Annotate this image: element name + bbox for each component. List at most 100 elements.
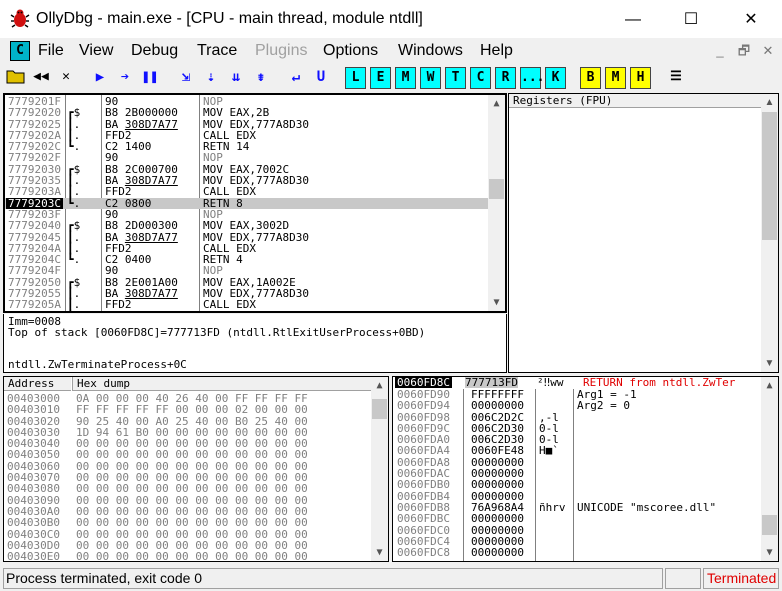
log-window-button[interactable]: L [345, 67, 366, 89]
disasm-row[interactable]: 7779202C ┗. C2 1400 RETN 14 [5, 140, 488, 154]
disasm-row[interactable]: 77792040 ┏$ B8 2D000300 MOV EAX,3002D [5, 220, 488, 232]
close-window-button[interactable]: ✕ [728, 6, 774, 34]
disasm-scrollbar[interactable]: ▲ ▼ [488, 95, 505, 311]
menu-debug[interactable]: Debug [131, 42, 178, 60]
mdi-close-button[interactable]: ✕ [758, 42, 778, 60]
disasm-row[interactable]: 7779204C ┗. C2 0400 RETN 4 [5, 254, 488, 266]
stack-row[interactable]: 0060FDC8 00000000 [393, 546, 763, 560]
scroll-thumb[interactable] [762, 112, 777, 240]
pause-icon[interactable]: ❚❚ [139, 67, 161, 89]
open-folder-icon[interactable] [5, 67, 27, 89]
disasm-row[interactable]: 7779203A ┃. FFD2 CALL EDX [5, 186, 488, 198]
dump-address: 004030B0 [7, 516, 60, 530]
scroll-thumb[interactable] [489, 179, 504, 199]
step-over-icon[interactable]: ⇣ [200, 67, 222, 89]
run-trace-button[interactable]: ... [520, 67, 544, 89]
dump-row[interactable]: 00403010 FF FF FF FF FF 00 00 00 02 00 00… [4, 403, 372, 417]
close-program-icon[interactable]: ✕ [55, 67, 77, 89]
menu-view[interactable]: View [79, 42, 113, 60]
menu-help[interactable]: Help [480, 42, 513, 60]
run-thread-icon[interactable]: ➔ [114, 67, 136, 89]
info-top-of-stack: Top of stack [0060FD8C]=777713FD (ntdll.… [8, 326, 426, 339]
menu-bar: C File View Debug Trace Plugins Options … [0, 38, 782, 64]
disasm-address: 7779205C [8, 310, 61, 311]
dump-row[interactable]: 00403080 00 00 00 00 00 00 00 00 00 00 00… [4, 482, 372, 496]
windows-list-button[interactable]: W [420, 67, 441, 89]
hex-dump-pane[interactable]: Address Hex dump 00403000 0A 00 00 00 40 … [3, 376, 389, 562]
disasm-row[interactable]: 77792020 ┏$ B8 2B000000 MOV EAX,2B [5, 106, 488, 120]
dump-hex-values: FF FF FF FF FF 00 00 00 02 00 00 00 [76, 403, 308, 417]
stack-row[interactable]: 0060FDB0 00000000 [393, 479, 763, 491]
scroll-up-arrow-icon[interactable]: ▲ [488, 95, 505, 112]
cpu-window-button[interactable]: C [470, 67, 491, 89]
dump-hex-header: Hex dump [72, 377, 372, 391]
disasm-address: 77792020 [8, 106, 61, 120]
stack-value: 00000000 [471, 512, 524, 526]
ollydbg-bug-icon [10, 9, 30, 28]
trace-over-icon[interactable]: ⇟ [250, 67, 272, 89]
minimize-button[interactable]: — [610, 6, 656, 34]
stack-row[interactable]: 0060FD94 00000000 Arg2 = 0 [393, 400, 763, 412]
restart-icon[interactable]: ◀◀ [30, 67, 52, 89]
hardware-breakpoints-button[interactable]: H [630, 67, 651, 89]
threads-window-button[interactable]: T [445, 67, 466, 89]
references-window-button[interactable]: R [495, 67, 516, 89]
call-stack-button[interactable]: K [545, 67, 566, 89]
run-icon[interactable]: ▶ [89, 67, 111, 89]
disasm-hex: FFD2 [105, 298, 132, 312]
breakpoints-button[interactable]: B [580, 67, 601, 89]
dump-hex-values: 00 00 00 00 00 00 00 00 00 00 00 00 [76, 482, 308, 496]
list-menu-icon[interactable]: ☰ [665, 67, 687, 89]
menu-file[interactable]: File [38, 42, 64, 60]
menu-plugins[interactable]: Plugins [255, 42, 307, 60]
scroll-down-arrow-icon[interactable]: ▼ [761, 544, 778, 561]
stack-top-comment: RETURN from ntdll.ZwTer [583, 376, 736, 389]
stack-ascii: H■` [539, 444, 559, 458]
registers-pane[interactable]: Registers (FPU) ▲ ▼ [508, 93, 779, 373]
disasm-flow-marker: ┏$ [67, 106, 81, 120]
memory-map-button[interactable]: M [395, 67, 416, 89]
menu-options[interactable]: Options [323, 42, 378, 60]
status-panel [665, 568, 701, 589]
stack-pane[interactable]: 0060FD8C 777713FD ²‼ww RETURN from ntdll… [392, 376, 779, 562]
step-into-icon[interactable]: ⇲ [175, 67, 197, 89]
stack-value: 00000000 [471, 546, 524, 560]
modules-window-button[interactable]: E [370, 67, 391, 89]
mdi-minimize-button[interactable]: _ [710, 42, 730, 60]
disasm-row[interactable]: 7779205C ┗. C2 0400 RETN 4 [5, 310, 488, 311]
disasm-flow-marker: ┗. [67, 140, 81, 154]
memory-breakpoints-button[interactable]: M [605, 67, 626, 89]
scroll-up-arrow-icon[interactable]: ▲ [371, 377, 388, 394]
stack-comment: UNICODE "mscoree.dll" [577, 500, 717, 514]
scroll-thumb[interactable] [762, 515, 777, 535]
stack-row[interactable]: 0060FDBC 00000000 [393, 512, 763, 526]
disassembler-pane[interactable]: 7779201F 90 NOP 77792020 ┏$ B8 2B000000 MOV EA… [3, 93, 507, 313]
scroll-down-arrow-icon[interactable]: ▼ [488, 294, 505, 311]
scroll-thumb[interactable] [372, 399, 387, 419]
trace-into-icon[interactable]: ⇊ [225, 67, 247, 89]
scroll-down-arrow-icon[interactable]: ▼ [371, 544, 388, 561]
disasm-flow-marker: ┗. [67, 310, 80, 311]
maximize-button[interactable]: ☐ [668, 6, 714, 34]
stack-list: 0060FD90 FFFFFFFF Arg1 = -1 0060FD94 0000000… [393, 389, 763, 560]
dump-scrollbar[interactable]: ▲ ▼ [371, 377, 388, 561]
dump-list: 00403000 0A 00 00 00 40 26 40 00 FF FF FF… [4, 393, 372, 561]
cpu-window-icon[interactable]: C [10, 41, 30, 61]
dump-row[interactable]: 004030B0 00 00 00 00 00 00 00 00 00 00 00… [4, 516, 372, 530]
mdi-restore-button[interactable]: 🗗 [734, 42, 754, 60]
execute-till-user-code-icon[interactable]: U [310, 67, 332, 89]
registers-scrollbar[interactable]: ▲ ▼ [761, 94, 778, 372]
stack-scrollbar[interactable]: ▲ ▼ [761, 377, 778, 561]
menu-windows[interactable]: Windows [398, 42, 463, 60]
disasm-hex: C2 0400 [105, 310, 151, 311]
disasm-row[interactable]: 7779203C ┗. C2 0800 RETN 8 [5, 196, 488, 210]
dump-row[interactable]: 004030E0 00 00 00 00 00 00 00 00 00 00 00… [4, 551, 372, 561]
scroll-down-arrow-icon[interactable]: ▼ [761, 355, 778, 372]
scroll-up-arrow-icon[interactable]: ▲ [761, 94, 778, 111]
disasm-flow-marker: ┗. [67, 196, 81, 210]
menu-trace[interactable]: Trace [197, 42, 237, 60]
execute-till-return-icon[interactable]: ↵ [285, 67, 307, 89]
stack-address: 0060FDBC [397, 512, 450, 526]
disasm-row[interactable]: 7779205A ┃. FFD2 CALL EDX [5, 298, 488, 312]
scroll-up-arrow-icon[interactable]: ▲ [761, 377, 778, 394]
